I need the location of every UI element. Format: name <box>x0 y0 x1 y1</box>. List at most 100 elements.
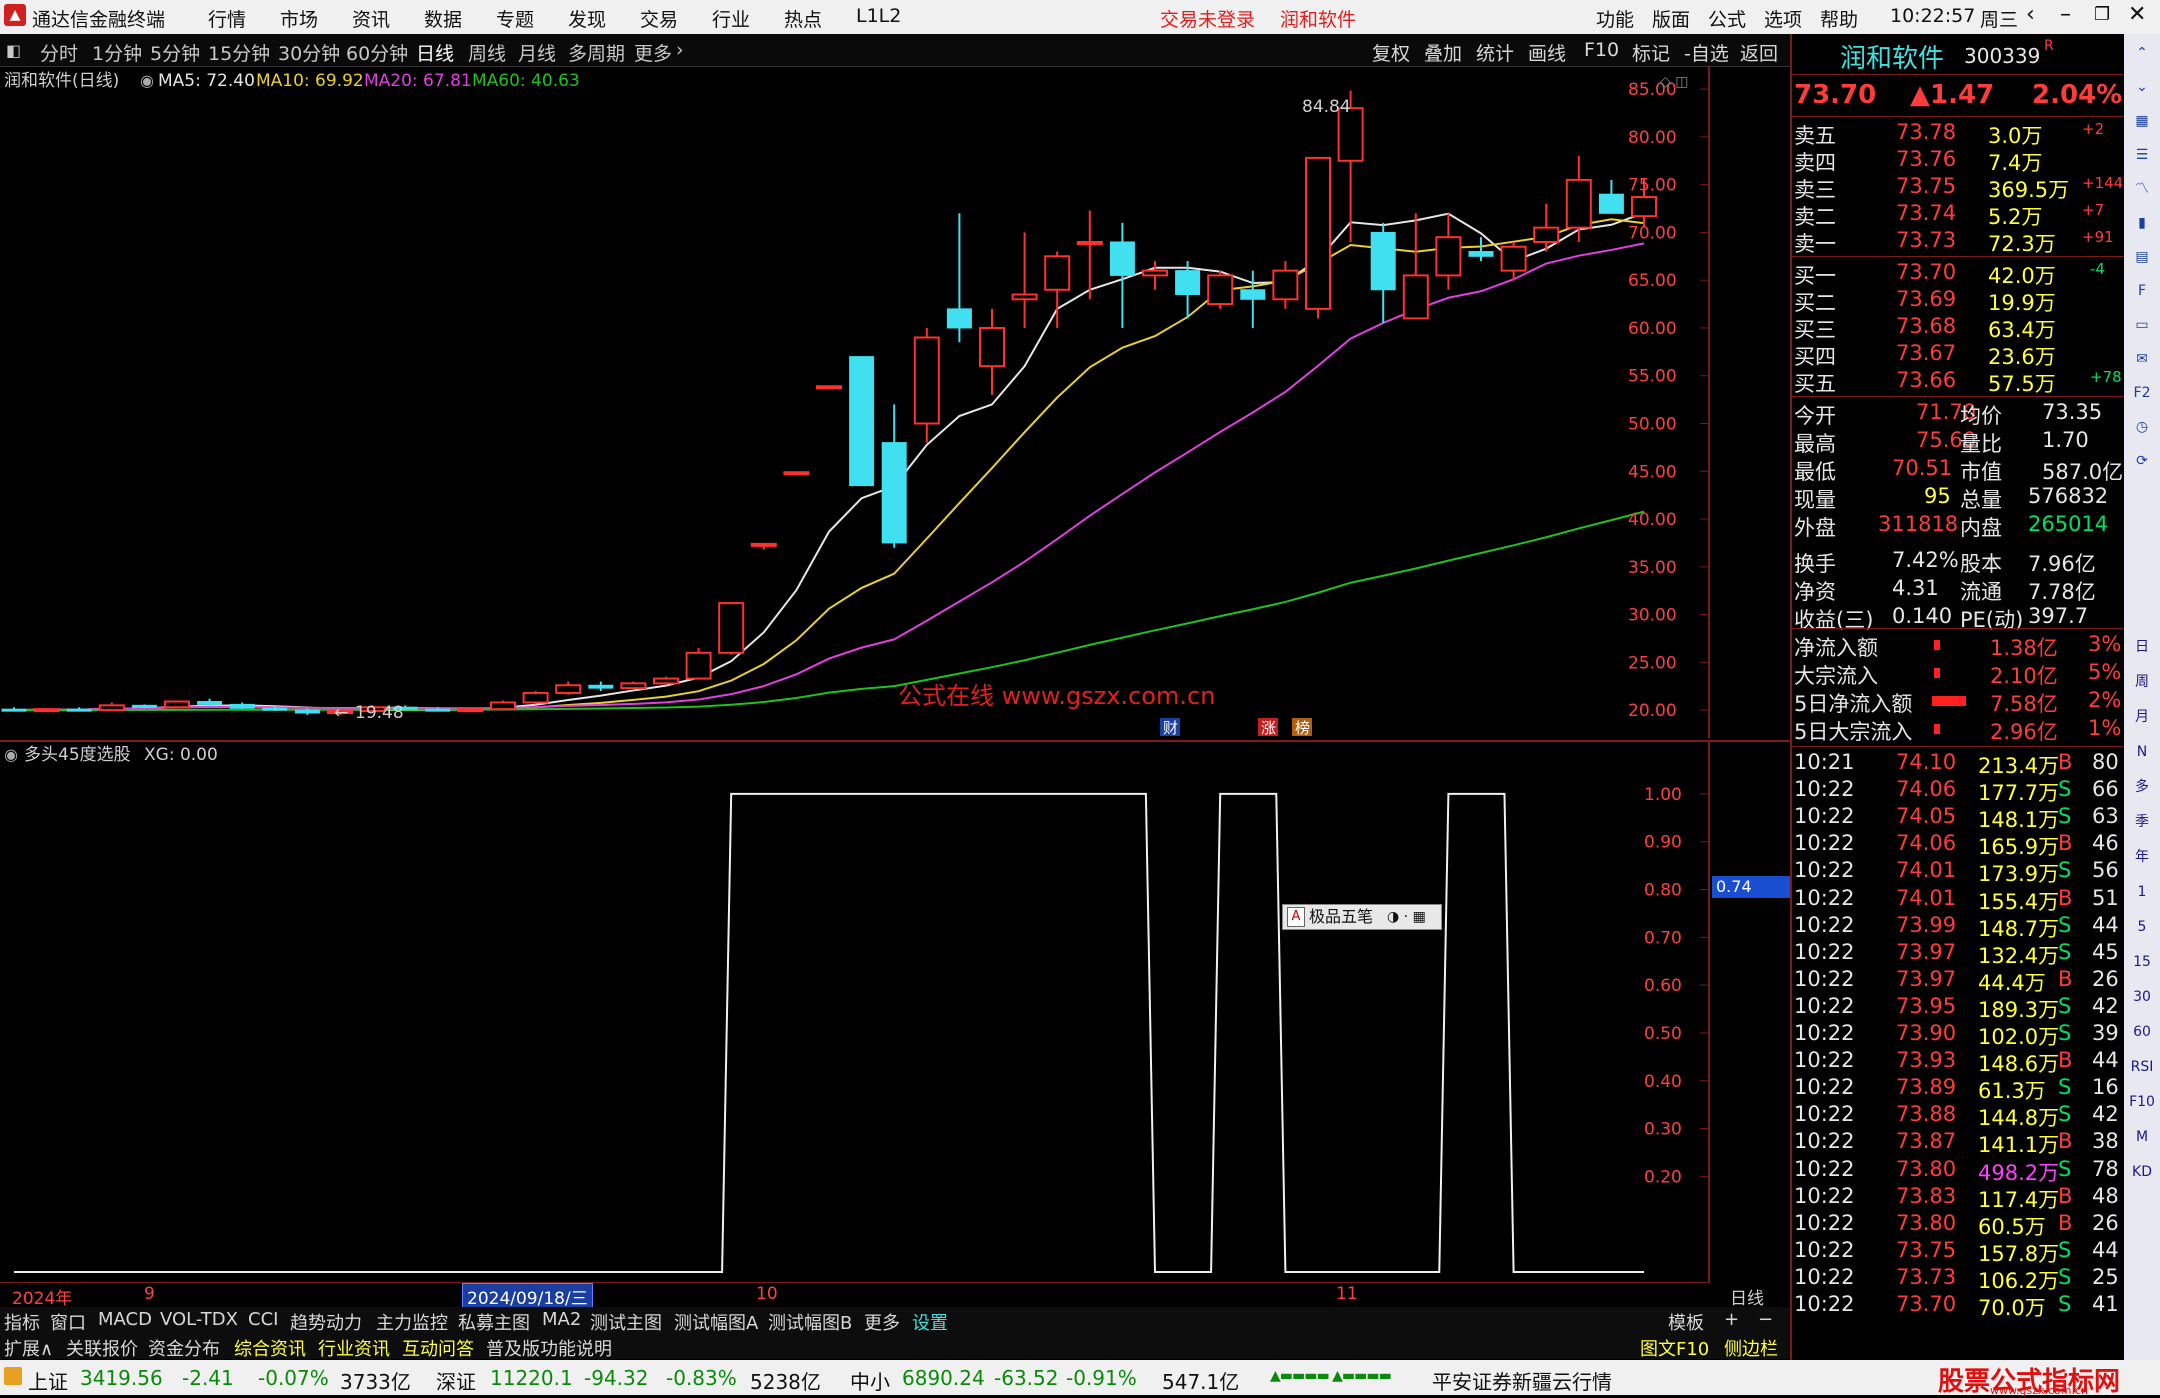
news-icon[interactable]: ✉ <box>2128 346 2156 372</box>
chevron-up-icon[interactable]: ⌃ <box>2128 40 2156 66</box>
menu-market[interactable]: 市场 <box>280 5 318 32</box>
refresh-icon[interactable]: ⟳ <box>2128 448 2156 474</box>
tab-template[interactable]: 模板 <box>1668 1309 1704 1335</box>
restore-icon[interactable]: ❐ <box>2094 4 2110 25</box>
ask-row[interactable]: 卖三 73.75 369.5万 +144 <box>1792 174 2126 202</box>
table-icon[interactable]: ▤ <box>2128 244 2156 270</box>
tick-row[interactable]: 10:22 73.97 132.4万 S 45 <box>1792 940 2126 968</box>
tick-row[interactable]: 10:22 73.90 102.0万 S 39 <box>1792 1021 2126 1049</box>
tab-more[interactable]: 更多 <box>864 1309 900 1335</box>
btn-restore-rights[interactable]: 复权 <box>1372 39 1410 66</box>
tab-main-monitor[interactable]: 主力监控 <box>376 1309 448 1335</box>
tick-row[interactable]: 10:22 74.05 148.1万 S 63 <box>1792 804 2126 832</box>
stat-row[interactable]: 今开 71.70 均价 73.35 <box>1792 400 2126 428</box>
tick-row[interactable]: 10:22 73.80 498.2万 S 78 <box>1792 1157 2126 1185</box>
menu-help[interactable]: 帮助 <box>1820 5 1858 32</box>
btn-back[interactable]: 返回 <box>1740 39 1778 66</box>
tick-row[interactable]: 10:22 74.01 155.4万 B 51 <box>1792 886 2126 914</box>
period-1min[interactable]: 1分钟 <box>92 39 142 66</box>
tick-row[interactable]: 10:22 74.06 177.7万 S 66 <box>1792 777 2126 805</box>
menu-discover[interactable]: 发现 <box>568 5 606 32</box>
period-5min[interactable]: 5分钟 <box>150 39 200 66</box>
period-30min[interactable]: 30分钟 <box>278 39 340 66</box>
menu-quotes[interactable]: 行情 <box>208 5 246 32</box>
tick-row[interactable]: 10:22 73.93 148.6万 B 44 <box>1792 1048 2126 1076</box>
period-more[interactable]: 更多 <box>634 39 672 66</box>
btn-draw[interactable]: 画线 <box>1528 39 1566 66</box>
menu-l1l2[interactable]: L1L2 <box>856 5 901 27</box>
menu-news[interactable]: 资讯 <box>352 5 390 32</box>
kline-chart[interactable]: 85.0080.0075.0070.0065.0060.0055.0050.00… <box>0 66 1710 738</box>
grid-icon[interactable]: ▦ <box>2128 108 2156 134</box>
tab-test-main[interactable]: 测试主图 <box>590 1309 662 1335</box>
zoom-out-button[interactable]: − <box>1758 1309 1773 1330</box>
minimize-icon[interactable]: – <box>2060 2 2071 27</box>
back-icon[interactable]: ‹ <box>2026 2 2035 27</box>
tab-industry-news[interactable]: 行业资讯 <box>318 1335 390 1361</box>
period-weekly[interactable]: 周线 <box>468 39 506 66</box>
flow-row[interactable]: 5日大宗流入 2.96亿 1% <box>1792 716 2126 744</box>
side-tool-9[interactable]: 15 <box>2128 949 2156 975</box>
bid-row[interactable]: 买五 73.66 57.5万 +78 <box>1792 368 2126 396</box>
tick-row[interactable]: 10:22 73.83 117.4万 B 48 <box>1792 1184 2126 1212</box>
ask-row[interactable]: 卖一 73.73 72.3万 +91 <box>1792 228 2126 256</box>
tick-row[interactable]: 10:22 73.89 61.3万 S 16 <box>1792 1075 2126 1103</box>
side-tool-3[interactable]: N <box>2128 739 2156 765</box>
tick-row[interactable]: 10:22 73.87 141.1万 B 38 <box>1792 1129 2126 1157</box>
tick-row[interactable]: 10:22 73.88 144.8万 S 42 <box>1792 1102 2126 1130</box>
side-tool-10[interactable]: 30 <box>2128 984 2156 1010</box>
btn-mark[interactable]: 标记 <box>1632 39 1670 66</box>
zx-name[interactable]: 中小 <box>850 1366 890 1395</box>
tab-general-news[interactable]: 综合资讯 <box>234 1335 306 1361</box>
tick-row[interactable]: 10:22 73.70 70.0万 S 41 <box>1792 1292 2126 1320</box>
tab-ma2[interactable]: MA2 <box>542 1309 581 1330</box>
tab-cci[interactable]: CCI <box>248 1309 278 1330</box>
btn-overlay[interactable]: 叠加 <box>1424 39 1462 66</box>
menu-layout[interactable]: 版面 <box>1652 5 1690 32</box>
tick-row[interactable]: 10:21 74.10 213.4万 B 80 <box>1792 750 2126 778</box>
menu-topics[interactable]: 专题 <box>496 5 534 32</box>
indicator-chart[interactable]: 1.00 0.90 0.80 0.70 0.60 0.50 0.40 0.30 0.20 ◉ 多… <box>0 742 1710 1282</box>
side-tool-2[interactable]: 月 <box>2128 704 2156 730</box>
side-tool-4[interactable]: 多 <box>2128 774 2156 800</box>
candles-icon[interactable]: ▮ <box>2128 210 2156 236</box>
side-tool-11[interactable]: 60 <box>2128 1019 2156 1045</box>
side-tool-6[interactable]: 年 <box>2128 844 2156 870</box>
stat-row[interactable]: 换手 7.42% 股本 7.96亿 <box>1792 548 2126 576</box>
side-tool-8[interactable]: 5 <box>2128 914 2156 940</box>
toggle-icon[interactable]: ◧ <box>6 41 21 60</box>
stat-row[interactable]: 收益(三) 0.140 PE(动) 397.7 <box>1792 604 2126 632</box>
tab-f10[interactable]: 图文F10 <box>1640 1335 1709 1361</box>
tab-vol[interactable]: VOL-TDX <box>160 1309 238 1330</box>
stat-row[interactable]: 现量 95 总量 576832 <box>1792 484 2126 512</box>
settings-icon[interactable]: ◉ <box>140 71 154 90</box>
menu-trade[interactable]: 交易 <box>640 5 678 32</box>
flow-row[interactable]: 大宗流入 2.10亿 5% <box>1792 660 2126 688</box>
f2-icon[interactable]: F2 <box>2128 380 2156 406</box>
tick-row[interactable]: 10:22 74.06 165.9万 B 46 <box>1792 831 2126 859</box>
clock-icon[interactable]: ◷ <box>2128 414 2156 440</box>
period-monthly[interactable]: 月线 <box>518 39 556 66</box>
indicator-settings-icon[interactable]: ◉ <box>4 745 18 764</box>
stat-row[interactable]: 外盘 311818 内盘 265014 <box>1792 512 2126 540</box>
side-tool-13[interactable]: F10 <box>2128 1089 2156 1115</box>
bid-row[interactable]: 买三 73.68 63.4万 <box>1792 314 2126 342</box>
tab-settings[interactable]: 设置 <box>912 1309 948 1335</box>
tab-trend[interactable]: 趋势动力 <box>290 1309 362 1335</box>
sz-name[interactable]: 深证 <box>436 1366 476 1395</box>
side-tool-15[interactable]: KD <box>2128 1159 2156 1185</box>
btn-watchlist[interactable]: -自选 <box>1684 39 1729 66</box>
tab-fund-dist[interactable]: 资金分布 <box>148 1335 220 1361</box>
tab-macd[interactable]: MACD <box>98 1309 152 1330</box>
side-tool-14[interactable]: M <box>2128 1124 2156 1150</box>
tick-row[interactable]: 10:22 73.97 44.4万 B 26 <box>1792 967 2126 995</box>
flow-row[interactable]: 净流入额 1.38亿 3% <box>1792 632 2126 660</box>
zoom-in-button[interactable]: + <box>1724 1309 1739 1330</box>
menu-data[interactable]: 数据 <box>424 5 462 32</box>
bid-row[interactable]: 买四 73.67 23.6万 <box>1792 341 2126 369</box>
ime-mode-icon[interactable]: A <box>1287 907 1305 927</box>
stat-row[interactable]: 最低 70.51 市值 587.0亿 <box>1792 456 2126 484</box>
tab-expand[interactable]: 扩展∧ <box>4 1335 53 1361</box>
menu-formula[interactable]: 公式 <box>1708 5 1746 32</box>
tab-qa[interactable]: 互动问答 <box>402 1335 474 1361</box>
